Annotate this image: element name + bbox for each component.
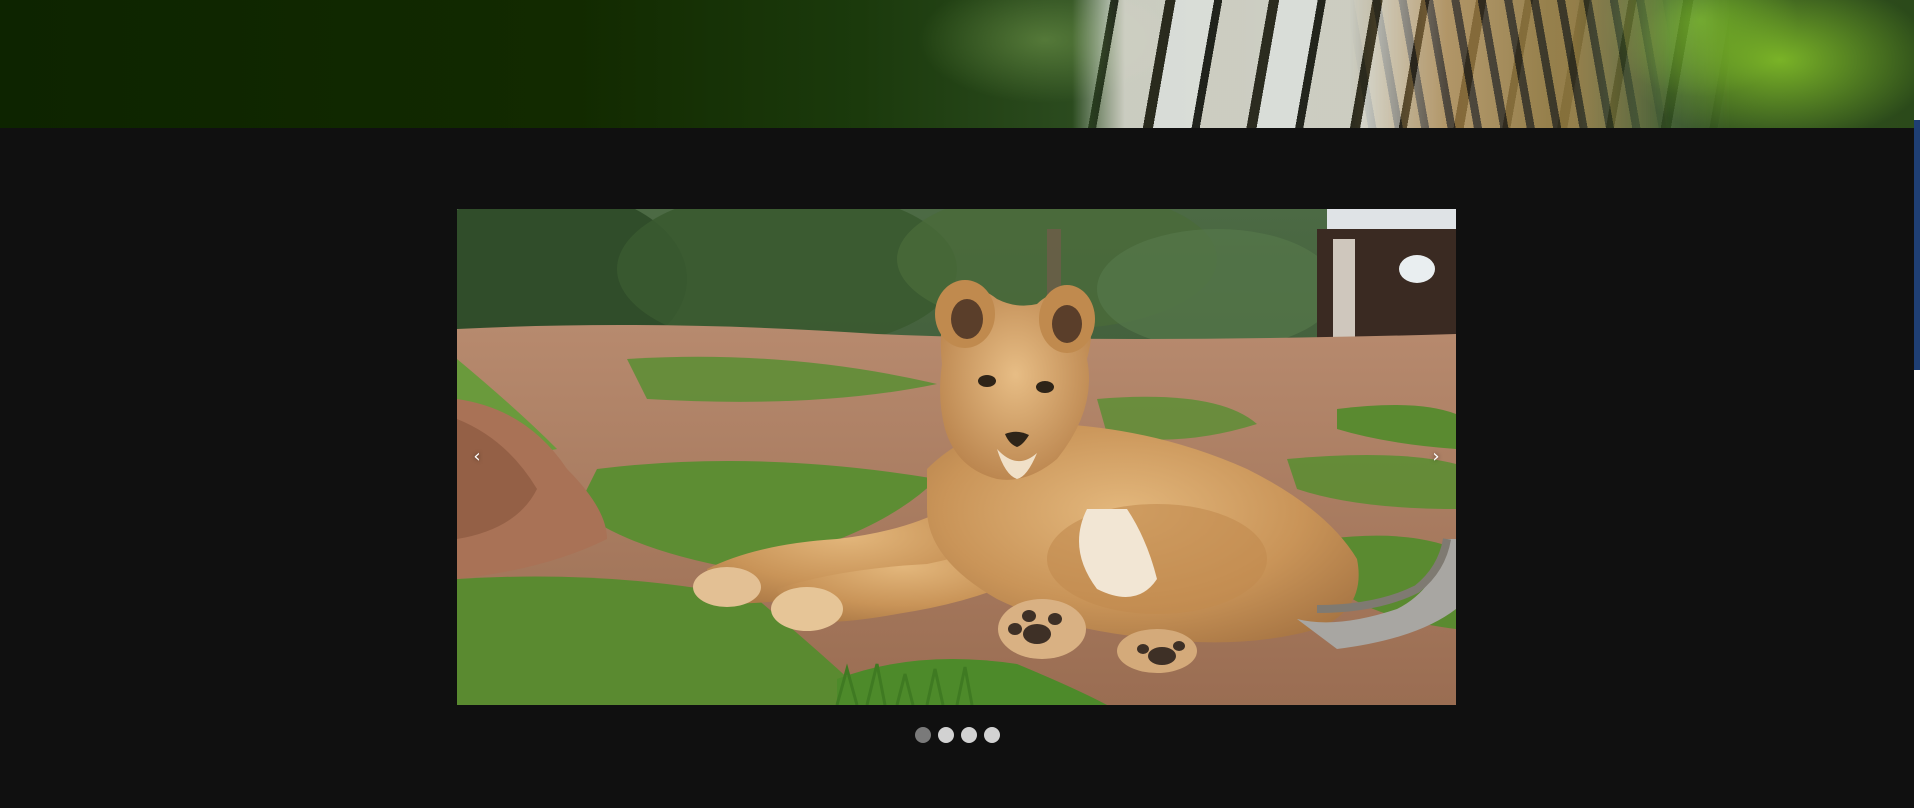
lion-cub-slide-image bbox=[457, 209, 1456, 705]
carousel-indicator-2[interactable] bbox=[937, 727, 954, 743]
scrollbar-thumb[interactable] bbox=[1914, 120, 1920, 370]
tiger-fur-detail bbox=[1350, 0, 1670, 128]
carousel-prev-button[interactable]: ‹ bbox=[457, 433, 497, 481]
hero-banner bbox=[0, 0, 1914, 128]
image-carousel: ‹ › bbox=[457, 209, 1456, 705]
chevron-right-icon: › bbox=[1432, 446, 1440, 467]
carousel-indicator-3[interactable] bbox=[960, 727, 977, 743]
carousel-indicator-4[interactable] bbox=[983, 727, 1000, 743]
carousel-indicator-1[interactable] bbox=[914, 727, 931, 743]
chevron-left-icon: ‹ bbox=[473, 446, 481, 467]
carousel-indicators bbox=[0, 727, 1914, 743]
carousel-next-button[interactable]: › bbox=[1416, 433, 1456, 481]
